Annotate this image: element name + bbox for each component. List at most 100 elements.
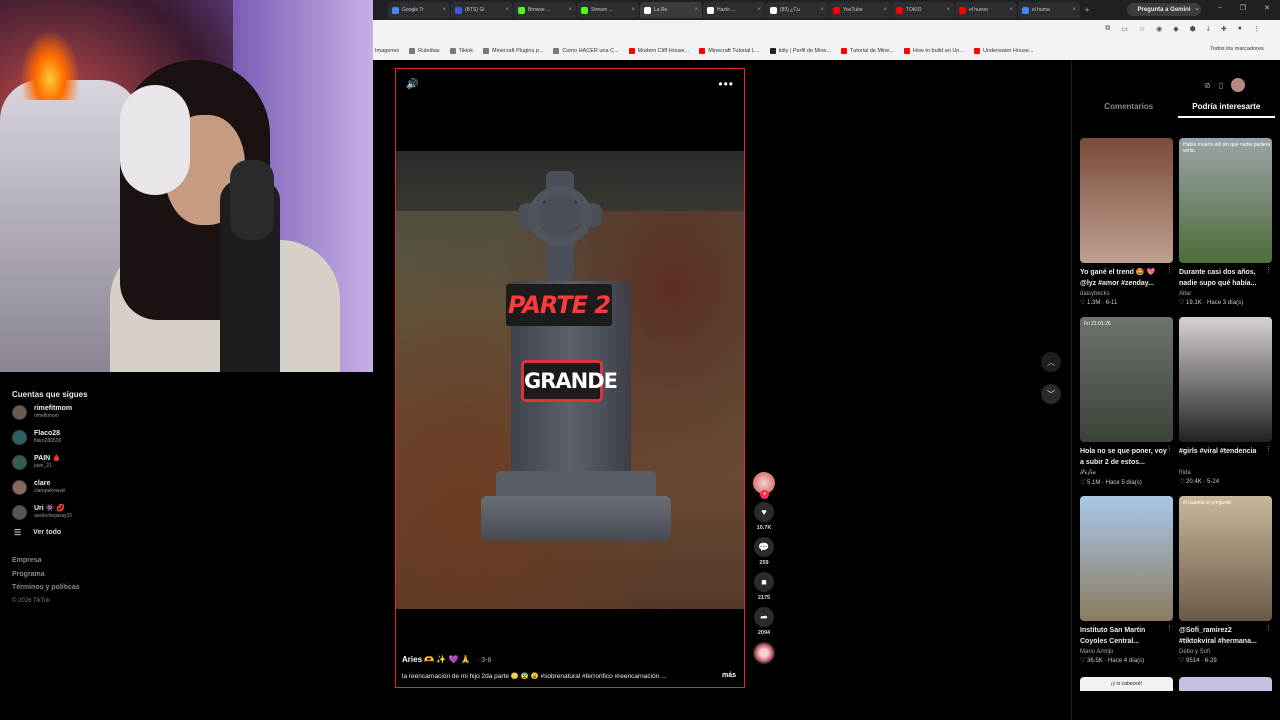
- next-video-button[interactable]: ﹀: [1041, 384, 1061, 404]
- close-tab-icon[interactable]: ×: [1072, 7, 1076, 13]
- card-more-icon[interactable]: ⋮: [1166, 624, 1173, 632]
- followed-account[interactable]: PAIN 🩸 pain_21: [12, 451, 373, 474]
- close-tab-icon[interactable]: ×: [631, 7, 635, 13]
- video-thumbnail[interactable]: [1179, 317, 1272, 442]
- browser-tab[interactable]: TOKIO ×: [892, 2, 954, 18]
- followed-account[interactable]: Uri 👾 💋 axelechegaray15: [12, 501, 373, 524]
- puzzle-icon[interactable]: ✚: [1221, 25, 1227, 33]
- footer-link-company[interactable]: Empresa: [12, 557, 80, 571]
- browser-tab[interactable]: La Re ×: [640, 2, 702, 18]
- bookmark-star-icon[interactable]: ☆: [1139, 25, 1145, 33]
- tab-comments[interactable]: Comentarios: [1080, 98, 1178, 118]
- video-author[interactable]: Aries 🫶 ✨ 💜 🙏 · 3-8: [402, 655, 491, 664]
- share-icon[interactable]: ➦: [754, 607, 774, 627]
- close-tab-icon[interactable]: ×: [946, 7, 950, 13]
- card-title[interactable]: @Sofi_ramirez2 #tiktokviral #hermana...: [1179, 625, 1267, 647]
- compass-icon[interactable]: ⊘: [1204, 81, 1211, 90]
- video-thumbnail[interactable]: [1080, 138, 1173, 263]
- card-author[interactable]: Mario Armijo: [1080, 649, 1173, 655]
- new-tab-button[interactable]: +: [1081, 2, 1093, 18]
- tab-search-icon[interactable]: ⌄: [1194, 4, 1200, 12]
- video-card[interactable]: él cuando le pregunté @Sofi_ramirez2 #tik…: [1179, 496, 1272, 664]
- card-author[interactable]: daisybecks: [1080, 291, 1173, 297]
- bookmark-item[interactable]: Modern Cliff House...: [628, 48, 689, 54]
- browser-tab[interactable]: Stream ... ×: [577, 2, 639, 18]
- close-tab-icon[interactable]: ×: [757, 7, 761, 13]
- comment-icon[interactable]: 💬: [754, 537, 774, 557]
- card-more-icon[interactable]: ⋮: [1265, 624, 1272, 632]
- close-tab-icon[interactable]: ×: [820, 7, 824, 13]
- extension-icon[interactable]: ◆: [1173, 25, 1178, 33]
- followed-account[interactable]: Flaco28 flako280536: [12, 426, 373, 449]
- bookmark-icon[interactable]: ■: [754, 572, 774, 592]
- close-tab-icon[interactable]: ×: [505, 7, 509, 13]
- profile-icon[interactable]: ●: [1238, 25, 1242, 33]
- video-card[interactable]: Fri 21:01:26 Hola no se que poner, voy a …: [1080, 317, 1173, 486]
- video-thumbnail[interactable]: Fri 21:01:26: [1080, 317, 1173, 442]
- save-action[interactable]: ■ 2175: [752, 572, 776, 601]
- card-more-icon[interactable]: ⋮: [1265, 266, 1272, 274]
- followed-account[interactable]: rimefitmom rimefitmom: [12, 401, 373, 424]
- bookmark-item[interactable]: Imagenes: [375, 48, 399, 54]
- restore-icon[interactable]: ❐: [1240, 4, 1246, 12]
- close-tab-icon[interactable]: ×: [442, 7, 446, 13]
- video-card[interactable]: Yo gané el trend 🤩 💖 @lyz #amor #zenday.…: [1080, 138, 1173, 306]
- menu-icon[interactable]: ⋮: [1253, 25, 1260, 33]
- card-author[interactable]: Altar: [1179, 291, 1272, 297]
- peek-card-left[interactable]: ¡y lo cabeceé!: [1080, 677, 1173, 691]
- browser-tab[interactable]: el huevo ×: [955, 2, 1017, 18]
- bookmark-item[interactable]: Tutorial de Mine...: [841, 48, 894, 54]
- video-thumbnail[interactable]: él cuando le pregunté: [1179, 496, 1272, 621]
- tab-you-may-like[interactable]: Podría interesarte: [1177, 98, 1275, 118]
- footer-link-terms[interactable]: Términos y políticas: [12, 584, 80, 598]
- volume-icon[interactable]: 🔊: [406, 79, 418, 90]
- video-player[interactable]: 🔊 ••• PARTE 2 GRANDE Aries 🫶 ✨ 💜 🙏 · 3-8…: [395, 68, 745, 688]
- followed-account[interactable]: clare clarepekowski: [12, 476, 373, 499]
- follow-plus-icon[interactable]: +: [760, 490, 769, 499]
- browser-tab[interactable]: (89) ¿Cu ×: [766, 2, 828, 18]
- browser-tab[interactable]: Hazlo ... ×: [703, 2, 765, 18]
- card-title[interactable]: Hola no se que poner, voy a subir 2 de e…: [1080, 446, 1168, 468]
- bookmark-item[interactable]: kitty | Perfil de Mine...: [769, 48, 831, 54]
- translate-icon[interactable]: ⧉: [1105, 25, 1110, 33]
- bookmark-item[interactable]: Minecraft Tutorial L...: [699, 48, 760, 54]
- close-tab-icon[interactable]: ×: [1009, 7, 1013, 13]
- browser-tab[interactable]: YouTube ×: [829, 2, 891, 18]
- caption-more-button[interactable]: más: [722, 672, 736, 679]
- card-more-icon[interactable]: ⋮: [1166, 266, 1173, 274]
- card-title[interactable]: Durante casi dos años, nadie supo qué ha…: [1179, 267, 1267, 289]
- minimize-icon[interactable]: –: [1218, 4, 1222, 12]
- heart-icon[interactable]: ♥: [754, 502, 774, 522]
- browser-tab[interactable]: Browse ... ×: [514, 2, 576, 18]
- download-icon[interactable]: ⤓: [1207, 25, 1210, 33]
- video-card[interactable]: Instituto San Martin Coyoles Central... ⋮…: [1080, 496, 1173, 664]
- comment-action[interactable]: 💬 259: [752, 537, 776, 566]
- extension-icon[interactable]: ⬢: [1190, 25, 1196, 33]
- previous-video-button[interactable]: ︿: [1041, 352, 1061, 372]
- bookmark-item[interactable]: Ruletitas: [409, 48, 440, 54]
- card-title[interactable]: Yo gané el trend 🤩 💖 @lyz #amor #zenday.…: [1080, 267, 1168, 289]
- video-card[interactable]: Había muerto allí sin que nadie pudiera …: [1179, 138, 1272, 306]
- music-disc-icon[interactable]: [753, 642, 775, 664]
- cast-icon[interactable]: ▭: [1121, 25, 1128, 33]
- more-options-icon[interactable]: •••: [718, 77, 734, 91]
- browser-tab[interactable]: (BTS) Gi ×: [451, 2, 513, 18]
- bookmark-item[interactable]: Minecraft Plugins p...: [483, 48, 543, 54]
- bookmark-item[interactable]: How to build an Un...: [903, 48, 964, 54]
- video-thumbnail[interactable]: Había muerto allí sin que nadie pudiera …: [1179, 138, 1272, 263]
- close-tab-icon[interactable]: ×: [883, 7, 887, 13]
- card-author[interactable]: Debo y Sofi: [1179, 649, 1272, 655]
- bookmark-item[interactable]: Tiktok: [449, 48, 473, 54]
- card-more-icon[interactable]: ⋮: [1166, 445, 1173, 453]
- card-title[interactable]: #girls #viral #tendencia: [1179, 446, 1267, 468]
- creator-avatar[interactable]: +: [753, 472, 775, 499]
- user-avatar[interactable]: [1231, 78, 1246, 92]
- peek-card-right[interactable]: [1179, 677, 1272, 691]
- card-author[interactable]: frida: [1179, 470, 1272, 476]
- close-tab-icon[interactable]: ×: [694, 7, 698, 13]
- footer-link-program[interactable]: Programa: [12, 571, 80, 585]
- video-thumbnail[interactable]: [1080, 496, 1173, 621]
- card-author[interactable]: 𝓢𝓸𝓯𝓲𝓪: [1080, 470, 1173, 477]
- close-window-icon[interactable]: ✕: [1264, 4, 1270, 12]
- browser-tab[interactable]: el huma ×: [1018, 2, 1080, 18]
